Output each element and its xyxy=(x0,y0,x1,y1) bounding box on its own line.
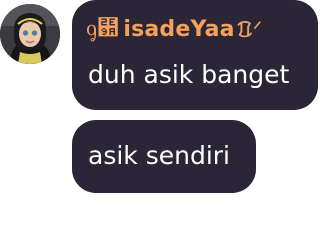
message-text-2: asik sendiri xyxy=(88,141,231,170)
sender-name-text: isadeYaa xyxy=(123,16,235,42)
sender-name-suffix-glyph: ᱯᐟ xyxy=(236,18,263,43)
message-bubble-2[interactable]: asik sendiri xyxy=(72,120,256,193)
sender-name-prefix-glyph: ᧁ⺚ xyxy=(86,16,120,41)
profile-photo-icon xyxy=(0,4,60,64)
sender-name[interactable]: ᧁ⺚ isadeYaa ᱯᐟ xyxy=(86,14,262,44)
message-bubble-1[interactable]: ᧁ⺚ isadeYaa ᱯᐟ duh asik banget xyxy=(72,0,318,110)
message-text-1: duh asik banget xyxy=(88,60,290,89)
sender-avatar[interactable] xyxy=(0,4,60,64)
